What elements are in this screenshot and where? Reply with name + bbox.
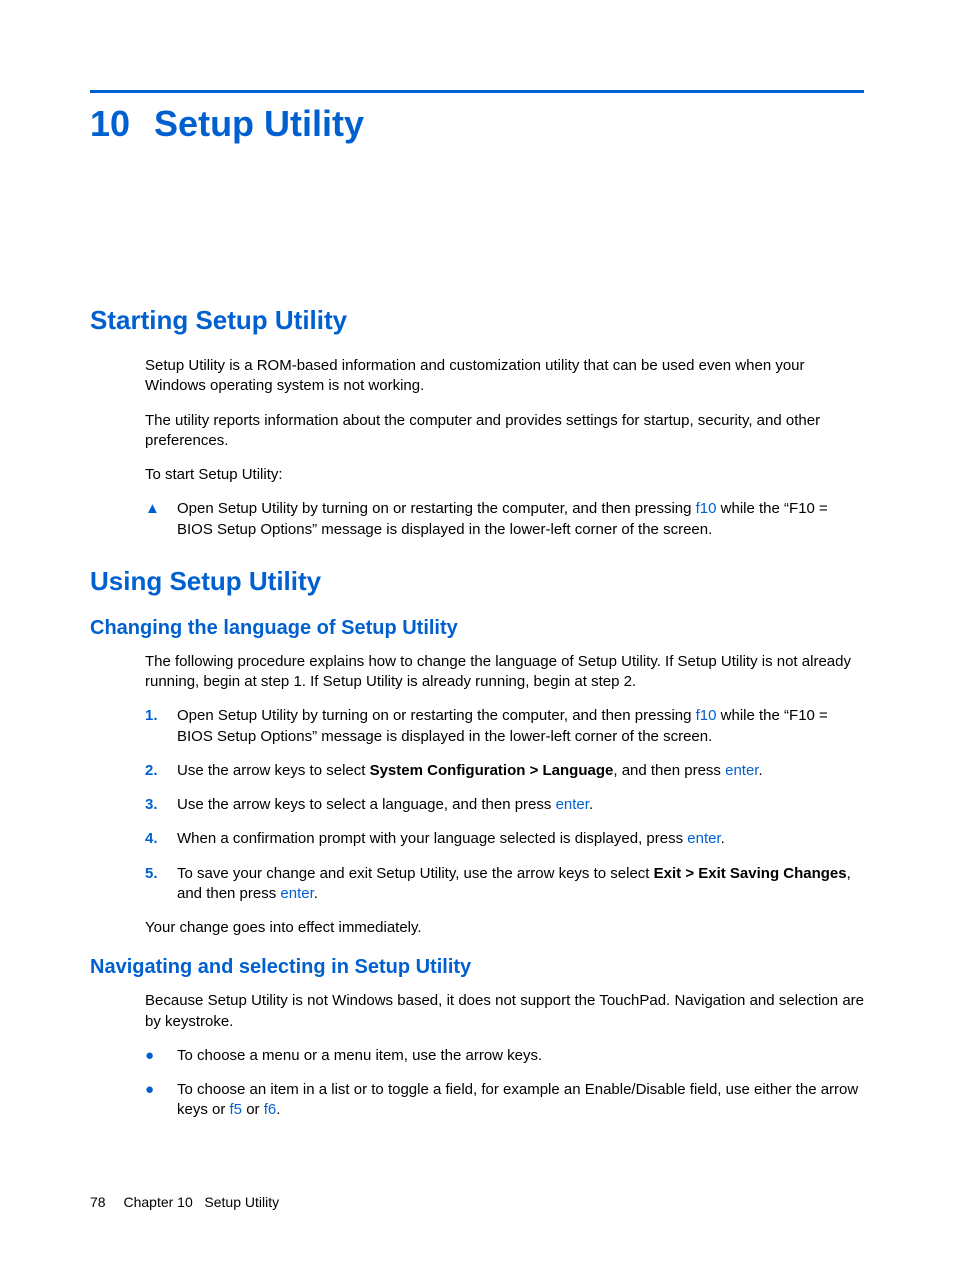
step-1-text: Open Setup Utility by turning on or rest… [177, 706, 864, 747]
step-number: 1. [145, 706, 177, 747]
text-fragment: When a confirmation prompt with your lan… [177, 830, 687, 847]
text-fragment: To save your change and exit Setup Utili… [177, 865, 654, 882]
bullet-icon: ● [145, 1046, 177, 1066]
subsection-language-heading: Changing the language of Setup Utility [90, 617, 864, 640]
nav-bullet-1-text: To choose a menu or a menu item, use the… [177, 1046, 864, 1066]
step-number: 4. [145, 829, 177, 849]
text-fragment: . [589, 796, 593, 813]
text-fragment: Open Setup Utility by turning on or rest… [177, 500, 696, 517]
triangle-icon: ▲ [145, 499, 177, 540]
step-number: 3. [145, 795, 177, 815]
bullet-icon: ● [145, 1080, 177, 1121]
step-5-text: To save your change and exit Setup Utili… [177, 864, 864, 905]
text-fragment: , and then press [613, 762, 725, 779]
section-starting-heading: Starting Setup Utility [90, 305, 864, 336]
step-2-text: Use the arrow keys to select System Conf… [177, 761, 864, 781]
navigating-intro: Because Setup Utility is not Windows bas… [145, 991, 864, 1032]
chapter-name: Setup Utility [154, 103, 364, 144]
starting-bullet: ▲ Open Setup Utility by turning on or re… [145, 499, 864, 540]
text-fragment: Use the arrow keys to select a language,… [177, 796, 556, 813]
subsection-navigating-heading: Navigating and selecting in Setup Utilit… [90, 956, 864, 979]
step-3-text: Use the arrow keys to select a language,… [177, 795, 864, 815]
page-number: 78 [90, 1194, 106, 1210]
starting-bullet-text: Open Setup Utility by turning on or rest… [177, 499, 864, 540]
text-fragment: . [314, 885, 318, 902]
text-fragment: . [276, 1101, 280, 1118]
text-fragment: . [721, 830, 725, 847]
bold-path: System Configuration > Language [370, 762, 614, 779]
key-f5: f5 [230, 1101, 243, 1118]
chapter-title: 10 Setup Utility [90, 103, 864, 145]
key-enter: enter [556, 796, 589, 813]
step-5: 5. To save your change and exit Setup Ut… [145, 864, 864, 905]
key-enter: enter [725, 762, 758, 779]
footer-chapter: Chapter 10 [123, 1194, 192, 1210]
text-fragment: . [758, 762, 762, 779]
step-4: 4. When a confirmation prompt with your … [145, 829, 864, 849]
text-fragment: Use the arrow keys to select [177, 762, 370, 779]
language-outro: Your change goes into effect immediately… [145, 918, 864, 938]
chapter-number: 10 [90, 103, 130, 144]
key-f10: f10 [696, 500, 717, 517]
starting-p2: The utility reports information about th… [145, 411, 864, 452]
footer-title: Setup Utility [204, 1194, 279, 1210]
step-3: 3. Use the arrow keys to select a langua… [145, 795, 864, 815]
text-fragment: Open Setup Utility by turning on or rest… [177, 707, 696, 724]
language-intro: The following procedure explains how to … [145, 652, 864, 693]
step-4-text: When a confirmation prompt with your lan… [177, 829, 864, 849]
step-number: 2. [145, 761, 177, 781]
page-footer: 78 Chapter 10 Setup Utility [90, 1194, 279, 1210]
key-f10: f10 [696, 707, 717, 724]
nav-bullet-1: ● To choose a menu or a menu item, use t… [145, 1046, 864, 1066]
step-2: 2. Use the arrow keys to select System C… [145, 761, 864, 781]
key-enter: enter [687, 830, 720, 847]
nav-bullet-2: ● To choose an item in a list or to togg… [145, 1080, 864, 1121]
key-enter: enter [280, 885, 313, 902]
key-f6: f6 [264, 1101, 277, 1118]
starting-p3: To start Setup Utility: [145, 465, 864, 485]
nav-bullet-2-text: To choose an item in a list or to toggle… [177, 1080, 864, 1121]
step-1: 1. Open Setup Utility by turning on or r… [145, 706, 864, 747]
text-fragment: or [242, 1101, 264, 1118]
section-using-heading: Using Setup Utility [90, 566, 864, 597]
starting-p1: Setup Utility is a ROM-based information… [145, 356, 864, 397]
bold-path: Exit > Exit Saving Changes [654, 865, 847, 882]
top-rule [90, 90, 864, 93]
step-number: 5. [145, 864, 177, 905]
